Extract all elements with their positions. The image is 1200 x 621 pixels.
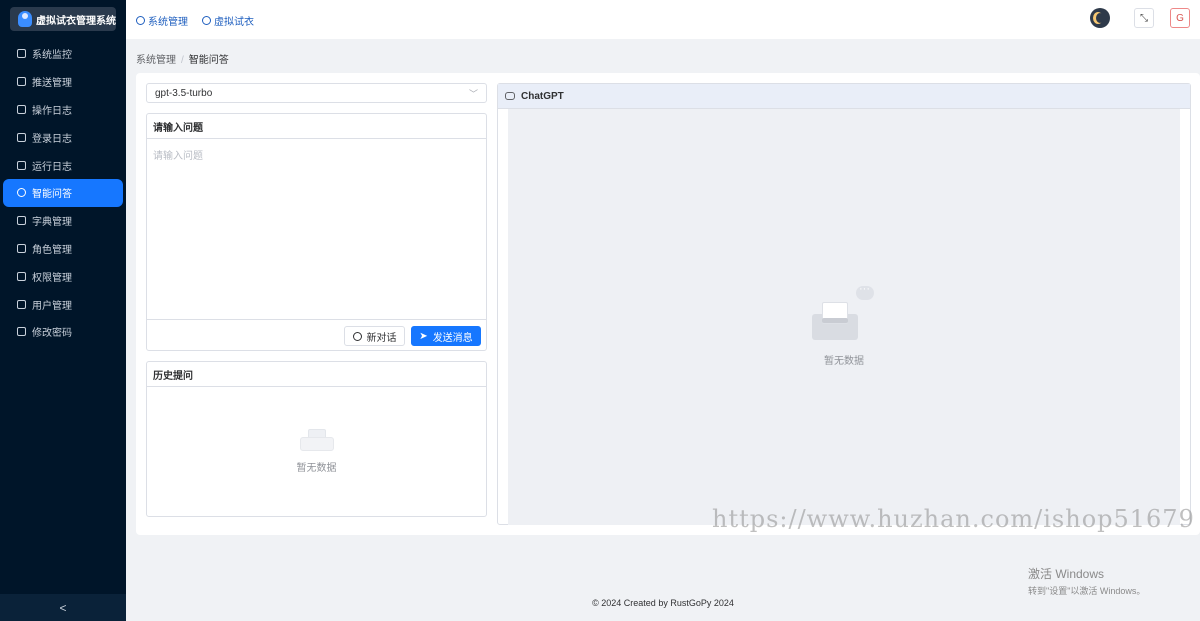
file-icon: [17, 104, 26, 114]
sidebar-item-roles[interactable]: 角色管理: [0, 235, 126, 263]
dark-mode-toggle[interactable]: [1090, 8, 1110, 28]
top-header: 系统管理 虚拟试衣 ⤡ G: [126, 0, 1200, 39]
windows-activation-notice: 激活 Windows 转到"设置"以激活 Windows。: [1028, 565, 1145, 597]
sidebar: 虚拟试衣管理系统 系统监控 推送管理 操作日志 登录日志 运行日志 智能问答 字…: [0, 0, 126, 621]
sidebar-item-permissions[interactable]: 权限管理: [0, 262, 126, 290]
sidebar-item-label: 运行日志: [32, 161, 72, 173]
empty-inbox-icon: [812, 283, 876, 342]
sidebar-item-smart-qa[interactable]: 智能问答: [3, 178, 123, 207]
sidebar-item-push-management[interactable]: 推送管理: [0, 68, 126, 96]
sidebar-item-users[interactable]: 用户管理: [0, 290, 126, 318]
nav-system-management[interactable]: 系统管理: [136, 13, 188, 28]
send-message-button[interactable]: ➤ 发送消息: [411, 326, 481, 346]
top-nav: 系统管理 虚拟试衣: [136, 13, 254, 28]
nav-label: 虚拟试衣: [214, 17, 254, 28]
chat-card: ChatGPT 暂无数据: [497, 83, 1191, 525]
sidebar-item-label: 用户管理: [32, 300, 72, 312]
new-chat-button[interactable]: 新对话: [344, 326, 405, 346]
log-icon: [17, 132, 26, 142]
check-circle-icon: [352, 331, 362, 341]
sidebar-item-dictionary[interactable]: 字典管理: [0, 207, 126, 235]
breadcrumb-parent[interactable]: 系统管理: [136, 55, 176, 66]
chat-title: ChatGPT: [521, 90, 564, 102]
sidebar-item-label: 角色管理: [32, 244, 72, 256]
link-icon: [17, 271, 26, 281]
history-card: 历史提问 暂无数据: [146, 361, 487, 517]
sidebar-item-login-log[interactable]: 登录日志: [0, 123, 126, 151]
sidebar-item-label: 系统监控: [32, 50, 72, 62]
sidebar-collapse-button[interactable]: <: [0, 594, 126, 621]
windows-activation-title: 激活 Windows: [1028, 567, 1105, 581]
question-card-title: 请输入问题: [147, 114, 486, 139]
sidebar-item-label: 权限管理: [32, 272, 72, 284]
sidebar-item-operation-log[interactable]: 操作日志: [0, 96, 126, 124]
lock-icon: [17, 327, 26, 337]
list-icon: [17, 160, 26, 170]
history-card-title: 历史提问: [147, 362, 486, 387]
sidebar-item-label: 字典管理: [32, 217, 72, 229]
new-chat-label: 新对话: [366, 332, 397, 344]
gear-icon: [136, 16, 145, 25]
sidebar-item-run-log[interactable]: 运行日志: [0, 151, 126, 179]
chevron-left-icon: <: [59, 600, 67, 615]
history-empty-state: 暂无数据: [147, 387, 486, 516]
user-icon: [17, 299, 26, 309]
grid-icon: [17, 216, 26, 226]
nav-virtual-tryon[interactable]: 虚拟试衣: [202, 13, 254, 28]
sidebar-item-label: 推送管理: [32, 78, 72, 90]
history-empty-text: 暂无数据: [296, 463, 337, 474]
breadcrumb-separator: /: [181, 55, 184, 66]
chat-icon: [202, 16, 211, 25]
sidebar-item-label: 智能问答: [32, 189, 72, 201]
chat-header: ChatGPT: [498, 84, 1190, 109]
chat-icon: [505, 92, 515, 100]
document-icon: [17, 77, 26, 87]
chat-messages-area[interactable]: 暂无数据: [508, 109, 1180, 525]
question-input[interactable]: [147, 139, 486, 319]
monitor-icon: [17, 49, 26, 59]
logout-icon: G: [1176, 12, 1184, 24]
nav-label: 系统管理: [148, 17, 188, 28]
send-message-label: 发送消息: [432, 332, 473, 344]
users-icon: [17, 243, 26, 253]
fullscreen-button[interactable]: ⤡: [1134, 8, 1154, 28]
question-actions: 新对话 ➤ 发送消息: [147, 319, 486, 350]
chevron-down-icon: ﹀: [468, 88, 478, 99]
sidebar-item-system-monitor[interactable]: 系统监控: [0, 40, 126, 68]
sidebar-item-label: 修改密码: [32, 328, 72, 340]
app-logo[interactable]: 虚拟试衣管理系统: [10, 7, 116, 31]
breadcrumb: 系统管理 / 智能问答: [136, 51, 229, 66]
sidebar-item-label: 登录日志: [32, 133, 72, 145]
sidebar-item-label: 操作日志: [32, 105, 72, 117]
page-footer: © 2024 Created by RustGoPy 2024: [592, 598, 734, 608]
main-panel: gpt-3.5-turbo ﹀ 请输入问题 新对话 ➤ 发送消息 历史提问 暂无…: [136, 73, 1200, 535]
breadcrumb-current: 智能问答: [188, 55, 229, 66]
sidebar-item-change-password[interactable]: 修改密码: [0, 318, 126, 346]
sidebar-menu: 系统监控 推送管理 操作日志 登录日志 运行日志 智能问答 字典管理 角色管理 …: [0, 40, 126, 346]
windows-activation-hint: 转到"设置"以激活 Windows。: [1028, 586, 1146, 596]
model-select[interactable]: gpt-3.5-turbo ﹀: [146, 83, 487, 103]
chat-empty-text: 暂无数据: [824, 355, 864, 367]
send-icon: ➤: [419, 330, 428, 342]
fullscreen-icon: ⤡: [1140, 12, 1148, 24]
chat-icon: [17, 188, 26, 198]
model-select-value: gpt-3.5-turbo: [155, 87, 213, 99]
question-card: 请输入问题 新对话 ➤ 发送消息: [146, 113, 487, 351]
logout-button[interactable]: G: [1170, 8, 1190, 28]
logo-icon: [18, 11, 32, 27]
url-watermark: https://www.huzhan.com/ishop51679: [712, 505, 1195, 533]
app-title: 虚拟试衣管理系统: [36, 15, 116, 27]
empty-inbox-icon: [299, 429, 334, 451]
header-actions: ⤡ G: [1090, 8, 1190, 28]
